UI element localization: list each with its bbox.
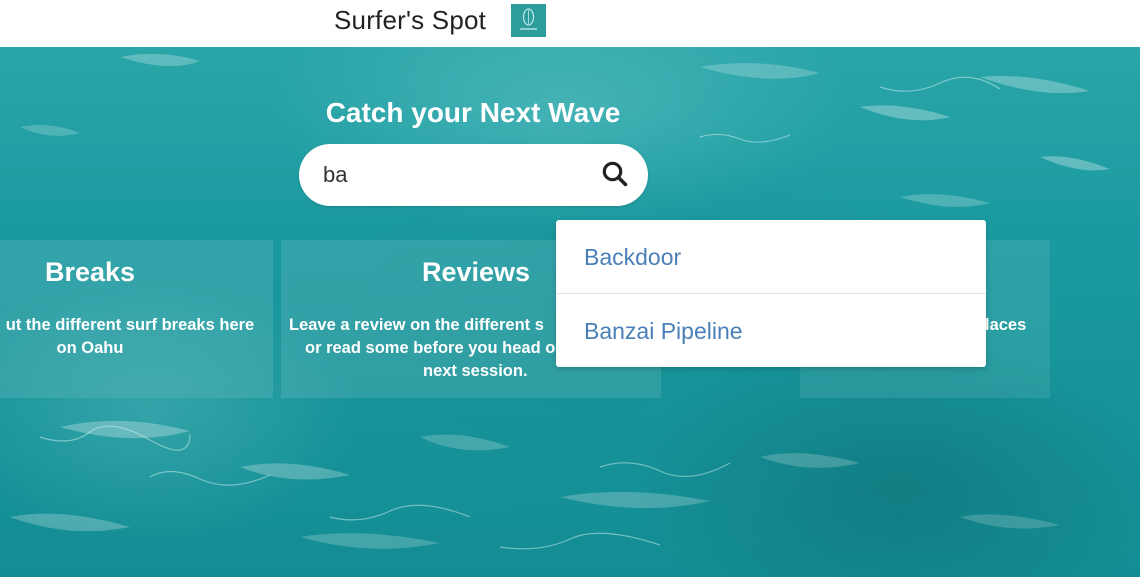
breaks-description-line2: on Oahu (56, 339, 124, 357)
page: Surfer's Spot Catch your Next Wave ba Br… (0, 0, 1140, 577)
breaks-heading: Breaks (45, 257, 136, 287)
suggestion-label[interactable]: Backdoor (584, 243, 681, 271)
reviews-description-line2: or read some before you head o (305, 339, 556, 357)
reviews-heading: Reviews (422, 257, 531, 287)
suggestion-label[interactable]: Banzai Pipeline (584, 317, 743, 345)
navbar: Surfer's Spot (0, 0, 1140, 47)
search-input[interactable] (323, 156, 593, 194)
reviews-description-line1: Leave a review on the different s (289, 316, 544, 334)
reviews-description-line3: next session. (423, 362, 528, 380)
third-description-line1: laces (985, 316, 1027, 334)
breaks-description-line1: ut the different surf breaks here (5, 316, 255, 334)
hero-title: Catch your Next Wave (325, 97, 621, 128)
site-brand[interactable]: Surfer's Spot (334, 2, 486, 38)
surfboard-logo-icon[interactable] (511, 4, 546, 37)
search-suggestions-dropdown: Backdoor Banzai Pipeline (556, 220, 986, 367)
suggestion-item[interactable]: Backdoor (556, 220, 986, 293)
suggestion-item[interactable]: Banzai Pipeline (556, 294, 986, 367)
search-bar (299, 144, 648, 206)
search-icon[interactable] (601, 160, 629, 188)
